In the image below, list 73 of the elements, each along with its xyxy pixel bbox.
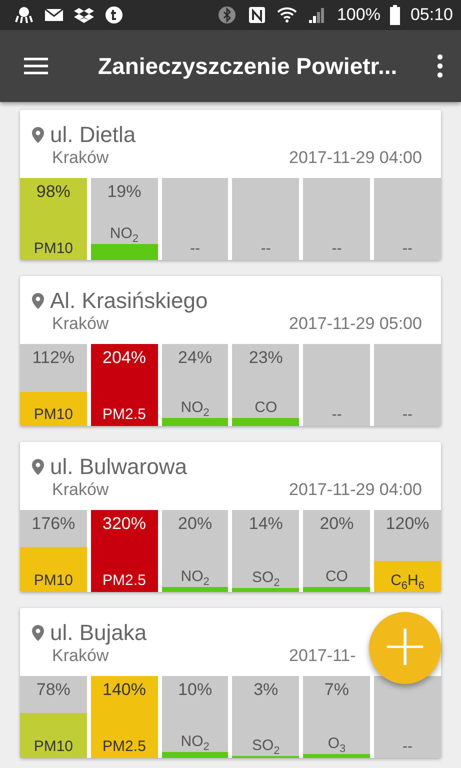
station-card[interactable]: ul. Bulwarowa Kraków 2017-11-29 04:00 176% PM10 320% PM2.5 20% NO$_{2}$ 14% SO$_{2}$ 20% CO 120% C$_{6}$H$_{6}$ (20, 442, 441, 592)
pollutant-label: PM10 (34, 240, 73, 258)
pollutant-percent: 140% (102, 680, 146, 700)
city-name: Kraków (52, 314, 109, 334)
signal-icon (306, 6, 327, 24)
pollutant-percent: 78% (36, 680, 70, 700)
station-card[interactable]: ul. Dietla Kraków 2017-11-29 04:00 98% PM10 19% NO$_{2}$ -- -- -- -- (20, 110, 441, 260)
pollutant-label: CO (325, 568, 348, 586)
pollutant-label: PM2.5 (102, 406, 146, 424)
pollutant-label: -- (402, 406, 413, 424)
pollutant-percent: 98% (36, 182, 70, 202)
clock: 05:10 (410, 5, 453, 25)
pollutant-label: PM2.5 (102, 738, 146, 756)
pollutant-label: -- (402, 738, 413, 756)
station-name: Al. Krasińskiego (50, 288, 208, 314)
pollutant-label: PM2.5 (102, 572, 146, 590)
city-name: Kraków (52, 646, 109, 666)
pollutant-percent: 112% (32, 348, 75, 368)
pollutant-label: PM10 (34, 572, 73, 590)
location-pin-icon (32, 625, 44, 641)
pollutant-label: CO (254, 399, 278, 417)
app-title: Zanieczyszczenie Powietr... (98, 52, 398, 80)
pollutant-percent: 204% (102, 348, 146, 368)
location-pin-icon (32, 459, 44, 475)
pollutant-label: O$_{3}$ (328, 735, 346, 753)
box-icon (74, 6, 94, 24)
more-icon[interactable] (437, 54, 443, 78)
pollutant-label: -- (260, 240, 271, 258)
pollutant-percent: 20% (320, 514, 354, 534)
pollutant-label: -- (332, 240, 342, 258)
pollutant-percent: 24% (178, 348, 212, 368)
battery-percent: 100% (336, 5, 380, 25)
pollutant-percent: 10% (178, 680, 212, 700)
pollutant-percent: 176% (32, 514, 76, 534)
pollutant-percent: 3% (254, 680, 278, 700)
pollutant-percent: 120% (386, 514, 430, 534)
location-pin-icon (32, 127, 44, 143)
bluetooth-icon (216, 6, 237, 24)
station-card[interactable]: Al. Krasińskiego Kraków 2017-11-29 05:00 112% PM10 204% PM2.5 24% NO$_{2}$ 23% CO -- -- (20, 276, 441, 426)
pollutant-label: C$_{6}$H$_{6}$ (390, 572, 425, 590)
pollutant-percent: 320% (102, 514, 146, 534)
pollutant-percent: 7% (324, 680, 349, 700)
pollutant-percent: 20% (178, 514, 212, 534)
measurement-date: 2017-11- (289, 646, 356, 665)
measurement-date: 2017-11-29 05:00 (289, 314, 422, 333)
nfc-icon (246, 6, 267, 24)
pollutant-percent: 19% (107, 182, 142, 202)
pollutant-label: NO$_{2}$ (180, 568, 210, 586)
measurement-date: 2017-11-29 04:00 (289, 148, 422, 167)
menu-icon[interactable] (24, 57, 48, 75)
pollutant-label: NO$_{2}$ (180, 399, 210, 417)
pollutant-percent: 14% (248, 514, 283, 534)
wifi-icon (276, 6, 297, 24)
pollutant-label: SO$_{2}$ (252, 569, 280, 587)
pollutant-label: NO$_{2}$ (110, 225, 139, 243)
pollutant-label: PM10 (34, 406, 73, 424)
pollutant-label: -- (332, 406, 342, 424)
pollutant-label: PM10 (34, 738, 73, 756)
city-name: Kraków (52, 148, 109, 168)
pollutant-label: SO$_{2}$ (252, 737, 280, 755)
pollutant-label: -- (190, 240, 200, 258)
pollutant-label: -- (402, 240, 413, 258)
measurement-date: 2017-11-29 04:00 (289, 480, 422, 499)
chat-icon (104, 6, 124, 24)
pollutant-percent: 23% (248, 348, 283, 368)
mail-icon (44, 6, 64, 24)
station-name: ul. Dietla (50, 122, 136, 148)
city-name: Kraków (52, 480, 109, 500)
location-pin-icon (32, 293, 44, 309)
station-name: ul. Bulwarowa (50, 454, 187, 480)
station-name: ul. Bujaka (50, 620, 147, 646)
pollutant-label: NO$_{2}$ (180, 733, 210, 751)
battery-icon (390, 5, 400, 25)
